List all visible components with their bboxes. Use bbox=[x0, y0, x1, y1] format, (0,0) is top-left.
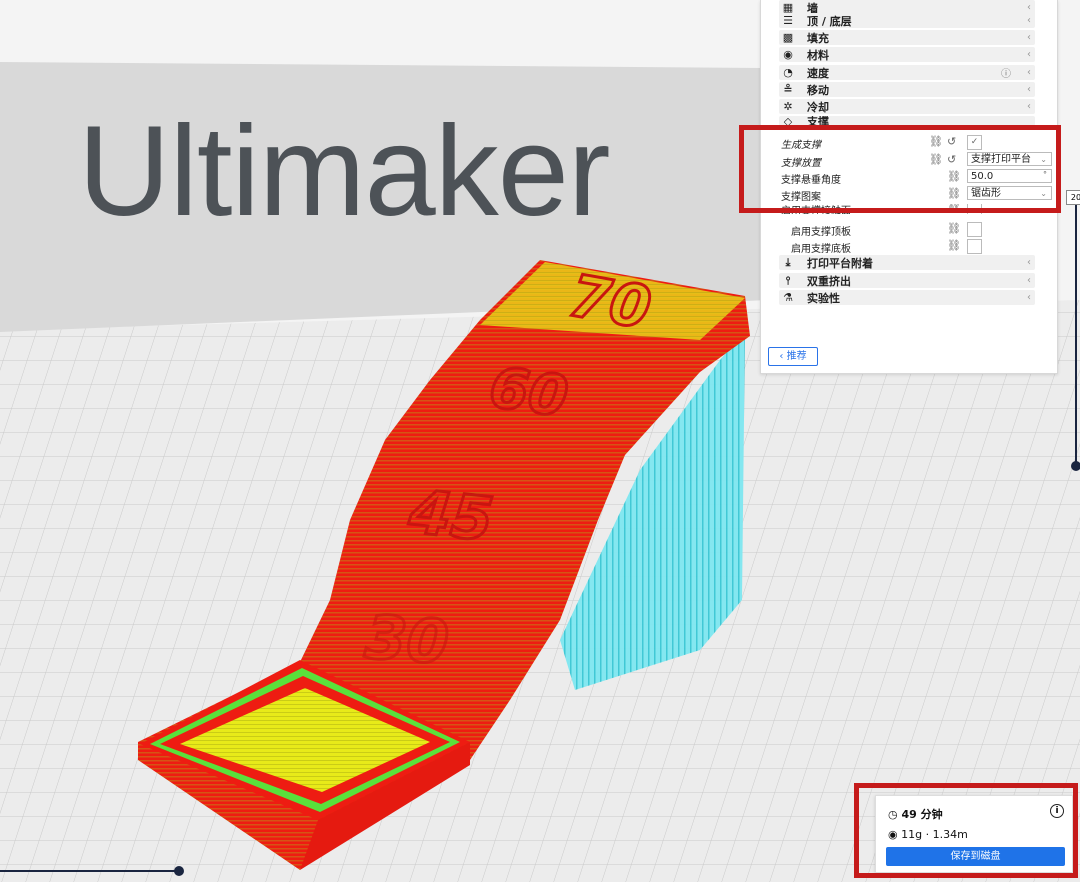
experimental-icon: ⚗ bbox=[783, 291, 793, 304]
layer-slider-handle-bottom[interactable] bbox=[174, 866, 184, 876]
link-icon[interactable]: ⛓ bbox=[947, 222, 961, 235]
category-speed[interactable]: ◔ 速度 ⓘ ‹ bbox=[779, 65, 1035, 80]
chevron-left-icon: ‹ bbox=[1027, 67, 1031, 78]
link-icon[interactable]: ⛓ bbox=[947, 239, 961, 252]
layer-slider-track bbox=[1075, 205, 1077, 465]
cooling-icon: ✲ bbox=[783, 100, 793, 113]
highlight-support-settings bbox=[739, 125, 1061, 213]
highlight-estimate bbox=[854, 783, 1078, 878]
layer-slider-value[interactable]: 20 bbox=[1066, 190, 1080, 205]
category-dual-extrusion[interactable]: ⫯ 双重挤出 ‹ bbox=[779, 273, 1035, 288]
category-material[interactable]: ◉ 材料 ‹ bbox=[779, 47, 1035, 62]
category-travel[interactable]: ≗ 移动 ‹ bbox=[779, 82, 1035, 97]
info-icon[interactable]: ⓘ bbox=[1001, 65, 1015, 80]
category-top-bottom[interactable]: ☰ 顶 / 底层 ‹ bbox=[779, 13, 1035, 28]
setting-support-roof: 启用支撑顶板 ⛓ bbox=[779, 221, 1039, 238]
top-bottom-icon: ☰ bbox=[783, 14, 793, 27]
category-experimental[interactable]: ⚗ 实验性 ‹ bbox=[779, 290, 1035, 305]
category-adhesion[interactable]: ⤓ 打印平台附着 ‹ bbox=[779, 255, 1035, 270]
recommended-button[interactable]: ‹ 推荐 bbox=[768, 347, 818, 366]
dual-extrusion-icon: ⫯ bbox=[785, 273, 791, 287]
layer-slider-handle[interactable] bbox=[1071, 461, 1080, 471]
category-infill[interactable]: ▩ 填充 ‹ bbox=[779, 30, 1035, 45]
setting-support-floor: 启用支撑底板 ⛓ bbox=[779, 238, 1039, 255]
adhesion-icon: ⤓ bbox=[785, 255, 791, 269]
layer-slider-track-bottom bbox=[0, 870, 180, 872]
chevron-left-icon: ‹ bbox=[1027, 32, 1031, 43]
support-roof-checkbox[interactable] bbox=[967, 222, 982, 237]
chevron-left-icon: ‹ bbox=[1027, 257, 1031, 268]
category-cooling[interactable]: ✲ 冷却 ‹ bbox=[779, 99, 1035, 114]
ultimaker-logo-text: Ultimaker bbox=[78, 100, 610, 243]
material-icon: ◉ bbox=[783, 48, 793, 61]
chevron-left-icon: ‹ bbox=[1027, 275, 1031, 286]
chevron-left-icon: ‹ bbox=[1027, 49, 1031, 60]
chevron-left-icon: ‹ bbox=[1027, 101, 1031, 112]
speed-icon: ◔ bbox=[783, 66, 793, 79]
chevron-left-icon: ‹ bbox=[1027, 15, 1031, 26]
travel-icon: ≗ bbox=[783, 83, 793, 96]
chevron-left-icon: ‹ bbox=[1027, 2, 1031, 13]
support-floor-checkbox[interactable] bbox=[967, 239, 982, 254]
chevron-left-icon: ‹ bbox=[1027, 84, 1031, 95]
infill-icon: ▩ bbox=[782, 31, 794, 44]
chevron-left-icon: ‹ bbox=[1027, 292, 1031, 303]
